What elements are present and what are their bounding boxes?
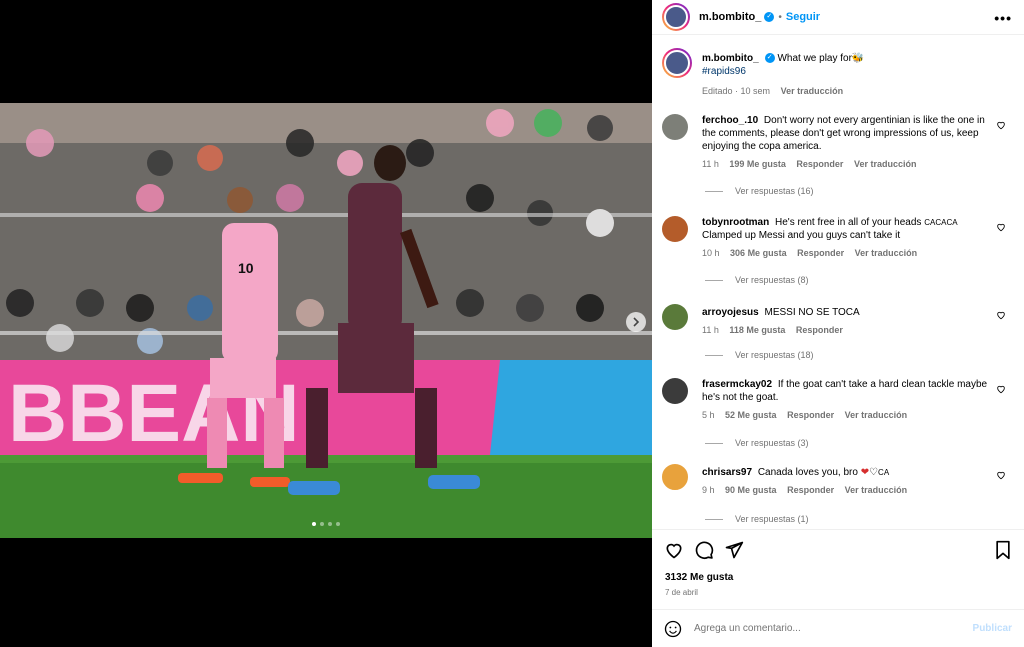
heart-icon[interactable]: [996, 222, 1006, 232]
likes-count[interactable]: 3132 Me gusta: [665, 572, 733, 583]
see-translation-link[interactable]: Ver traducción: [845, 485, 908, 495]
jersey-number: 10: [238, 260, 254, 276]
comment-time: 9 h: [702, 485, 715, 495]
comment-time: 11 h: [702, 159, 719, 169]
next-photo-button[interactable]: [626, 312, 646, 332]
caption-hashtag[interactable]: #rapids96: [702, 66, 746, 77]
commenter-avatar[interactable]: [662, 304, 688, 330]
comment-icon[interactable]: [694, 540, 714, 560]
white-heart-icon: ♡: [869, 467, 879, 478]
post-actions: [664, 540, 1012, 562]
emoji-icon[interactable]: [664, 620, 682, 638]
commenter-avatar[interactable]: [662, 378, 688, 404]
commenter-avatar[interactable]: [662, 216, 688, 242]
add-comment-bar: Publicar: [652, 609, 1024, 647]
comment-item: frasermckay02 If the goat can't take a h…: [662, 378, 1014, 420]
view-replies-button[interactable]: Ver respuestas (16): [705, 186, 814, 196]
caption-username[interactable]: m.bombito_: [702, 53, 759, 64]
comments-list[interactable]: m.bombito_ ✓ What we play for🐝 #rapids96 …: [652, 40, 1024, 530]
comment-item: arroyojesus MESSI NO SE TOCA 11 h 118 Me…: [662, 304, 1014, 335]
carousel-dot-active: [312, 522, 316, 526]
comment-likes[interactable]: 90 Me gusta: [725, 485, 777, 495]
comment-username[interactable]: ferchoo_.10: [702, 115, 758, 126]
heart-icon[interactable]: [996, 470, 1006, 480]
see-translation-link[interactable]: Ver traducción: [854, 159, 917, 169]
verified-icon: ✓: [764, 53, 775, 64]
more-icon[interactable]: •••: [994, 10, 1012, 26]
comment-text: Canada loves you, bro: [757, 467, 858, 478]
comment-time: 10 h: [702, 248, 720, 258]
comment-likes[interactable]: 199 Me gusta: [729, 159, 786, 169]
heart-icon[interactable]: [996, 384, 1006, 394]
reply-button[interactable]: Responder: [787, 485, 834, 495]
carousel-dot: [336, 522, 340, 526]
edited-label: Editado · 10 sem: [702, 86, 771, 96]
heart-icon[interactable]: [996, 120, 1006, 130]
comment-likes[interactable]: 52 Me gusta: [725, 410, 777, 420]
separator-dot: •: [778, 11, 782, 23]
comment-item: ferchoo_.10 Don't worry not every argent…: [662, 114, 1014, 169]
comment-likes[interactable]: 306 Me gusta: [730, 248, 787, 258]
view-replies-button[interactable]: Ver respuestas (8): [705, 275, 809, 285]
post-caption: m.bombito_ ✓ What we play for🐝 #rapids96 …: [662, 48, 1014, 96]
reply-button[interactable]: Responder: [787, 410, 834, 420]
comment-username[interactable]: arroyojesus: [702, 307, 759, 318]
view-replies-button[interactable]: Ver respuestas (3): [705, 438, 809, 448]
view-replies-button[interactable]: Ver respuestas (1): [705, 514, 809, 524]
post-side-panel: m.bombito_ ✓ • Seguir ••• m.bombito_ ✓ Wh…: [652, 0, 1024, 647]
caption-text: What we play for🐝: [777, 53, 865, 64]
reply-button[interactable]: Responder: [796, 325, 843, 335]
post-date: 7 de abril: [665, 588, 698, 597]
publish-button[interactable]: Publicar: [973, 623, 1012, 634]
comment-text-line2: Clamped up Messi and you guys can't take…: [702, 230, 901, 241]
see-translation-link[interactable]: Ver traducción: [845, 410, 908, 420]
reply-button[interactable]: Responder: [796, 159, 843, 169]
comment-time: 11 h: [702, 325, 719, 335]
photo-illustration: BBEAN 10: [0, 103, 652, 538]
carousel-dots: [0, 522, 652, 526]
comment-username[interactable]: tobynrootman: [702, 217, 769, 228]
post-header: m.bombito_ ✓ • Seguir •••: [652, 0, 1024, 35]
carousel-dot: [320, 522, 324, 526]
comment-text: MESSI NO SE TOCA: [764, 307, 860, 318]
see-translation-link[interactable]: Ver traducción: [781, 86, 844, 96]
caption-avatar[interactable]: [662, 48, 692, 78]
post-photo: BBEAN 10: [0, 103, 652, 538]
reply-button[interactable]: Responder: [797, 248, 844, 258]
share-icon[interactable]: [724, 540, 744, 560]
comment-username[interactable]: frasermckay02: [702, 379, 772, 390]
chevron-right-icon: [633, 317, 640, 327]
comment-emoji-text: CACACA: [924, 218, 958, 227]
author-username[interactable]: m.bombito_: [699, 11, 761, 23]
comment-time: 5 h: [702, 410, 715, 420]
red-heart-icon: ❤: [860, 467, 870, 478]
carousel-dot: [328, 522, 332, 526]
comment-emoji-text: CA: [878, 468, 890, 477]
comment-likes[interactable]: 118 Me gusta: [729, 325, 785, 335]
follow-button[interactable]: Seguir: [786, 11, 820, 23]
comment-item: tobynrootman He's rent free in all of yo…: [662, 216, 1014, 258]
heart-icon[interactable]: [996, 310, 1006, 320]
view-replies-button[interactable]: Ver respuestas (18): [705, 350, 814, 360]
post-media: BBEAN 10: [0, 0, 652, 647]
bookmark-icon[interactable]: [994, 540, 1012, 560]
author-avatar[interactable]: [662, 3, 690, 31]
comment-input[interactable]: [694, 623, 973, 634]
comment-item: chrisars97 Canada loves you, bro ❤♡CA 9 …: [662, 464, 1014, 495]
commenter-avatar[interactable]: [662, 114, 688, 140]
see-translation-link[interactable]: Ver traducción: [855, 248, 918, 258]
comment-text: He's rent free in all of your heads: [775, 217, 922, 228]
comment-username[interactable]: chrisars97: [702, 467, 752, 478]
commenter-avatar[interactable]: [662, 464, 688, 490]
verified-icon: ✓: [764, 12, 775, 22]
heart-icon[interactable]: [664, 540, 684, 560]
